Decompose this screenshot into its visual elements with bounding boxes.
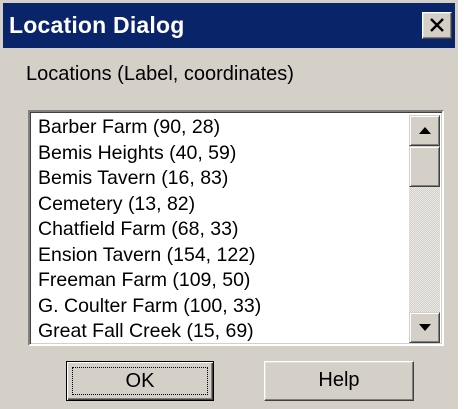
arrow-down-icon (419, 324, 431, 331)
list-item[interactable]: Ension Tavern (154, 122) (38, 243, 408, 269)
close-icon (430, 18, 444, 32)
vertical-scrollbar[interactable] (409, 115, 440, 343)
list-item[interactable]: Chatfield Farm (68, 33) (38, 217, 408, 243)
scroll-thumb[interactable] (409, 146, 440, 187)
location-dialog: Location Dialog Locations (Label, coordi… (0, 0, 458, 409)
background-edge (458, 0, 464, 409)
close-button[interactable] (422, 12, 452, 39)
dialog-title: Location Dialog (9, 12, 185, 38)
list-item[interactable]: Barber Farm (90, 28) (38, 115, 408, 141)
locations-list[interactable]: Barber Farm (90, 28) Bemis Heights (40, 5… (38, 115, 408, 344)
ok-button[interactable]: OK (66, 361, 214, 401)
list-item[interactable]: Cemetery (13, 82) (38, 192, 408, 218)
list-item[interactable]: Bemis Tavern (16, 83) (38, 166, 408, 192)
help-button[interactable]: Help (264, 361, 414, 401)
scroll-up-button[interactable] (409, 115, 440, 146)
locations-label: Locations (Label, coordinates) (26, 63, 294, 85)
list-item[interactable]: G. Coulter Farm (100, 33) (38, 294, 408, 320)
list-item[interactable]: Freeman Farm (109, 50) (38, 268, 408, 294)
locations-listbox[interactable]: Barber Farm (90, 28) Bemis Heights (40, 5… (28, 110, 444, 346)
ok-button-label: OK (72, 367, 208, 395)
title-bar[interactable]: Location Dialog (3, 3, 455, 48)
list-item[interactable]: Bemis Heights (40, 59) (38, 141, 408, 167)
scroll-down-button[interactable] (409, 312, 440, 343)
list-item[interactable]: Great Fall Creek (15, 69) (38, 319, 408, 344)
arrow-up-icon (419, 127, 431, 134)
